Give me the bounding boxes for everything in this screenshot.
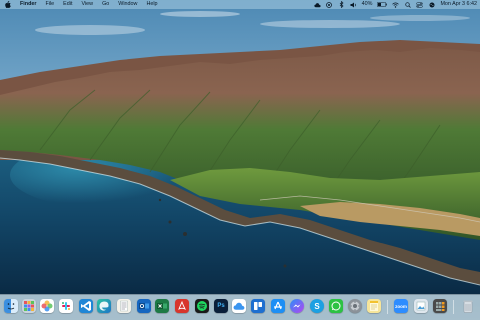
desktop-wallpaper (0, 0, 480, 320)
finder-icon[interactable] (4, 299, 18, 313)
dock: Ps Szoom (0, 294, 480, 320)
spotify-icon[interactable] (195, 299, 209, 313)
calculator-icon[interactable] (433, 299, 447, 313)
menu-app-name[interactable]: Finder (20, 0, 36, 9)
menu-view[interactable]: View (81, 0, 93, 9)
outlook-icon[interactable] (137, 299, 151, 313)
trash-icon[interactable] (461, 299, 475, 313)
whatsapp-icon[interactable] (329, 299, 343, 313)
volume-icon[interactable] (350, 1, 357, 8)
zoom-icon[interactable]: zoom (394, 299, 408, 313)
wifi-icon[interactable] (392, 1, 400, 8)
spotlight-search-icon[interactable] (404, 1, 411, 8)
skype-icon[interactable]: S (310, 299, 324, 313)
battery-icon[interactable] (377, 1, 388, 8)
excel-icon[interactable] (155, 299, 169, 313)
launchpad-icon[interactable] (22, 299, 36, 313)
slack-icon[interactable] (59, 299, 73, 313)
menu-clock[interactable]: Mon Apr 3 6:42 (440, 0, 477, 9)
messenger-icon[interactable] (290, 299, 304, 313)
menu-go[interactable]: Go (102, 0, 109, 9)
menu-edit[interactable]: Edit (63, 0, 72, 9)
settings-icon[interactable] (348, 299, 362, 313)
cloud-status-icon[interactable] (313, 1, 321, 8)
pdf-icon[interactable] (175, 299, 189, 313)
photoshop-icon[interactable]: Ps (214, 299, 228, 313)
appstore-icon[interactable] (271, 299, 285, 313)
preview-icon[interactable] (414, 299, 428, 313)
photos-icon[interactable] (40, 299, 54, 313)
edge-icon[interactable] (97, 299, 111, 313)
apple-logo-icon[interactable] (4, 1, 11, 8)
trello-icon[interactable] (251, 299, 265, 313)
vscode-icon[interactable] (79, 299, 93, 313)
control-center-icon[interactable] (416, 1, 424, 8)
dock-divider (453, 300, 454, 314)
menu-extra-icon[interactable] (326, 1, 333, 8)
menu-bar: Finder File Edit View Go Window Help 40% (0, 0, 480, 9)
battery-percent: 40% (361, 1, 373, 7)
notes-icon[interactable] (367, 299, 381, 313)
menu-window[interactable]: Window (118, 0, 137, 9)
bluetooth-icon[interactable] (338, 1, 345, 8)
siri-icon[interactable] (428, 1, 435, 8)
menu-file[interactable]: File (45, 0, 54, 9)
textedit-icon[interactable] (117, 299, 131, 313)
menu-help[interactable]: Help (146, 0, 157, 9)
dock-divider (387, 300, 388, 314)
icloud-icon[interactable] (232, 299, 246, 313)
